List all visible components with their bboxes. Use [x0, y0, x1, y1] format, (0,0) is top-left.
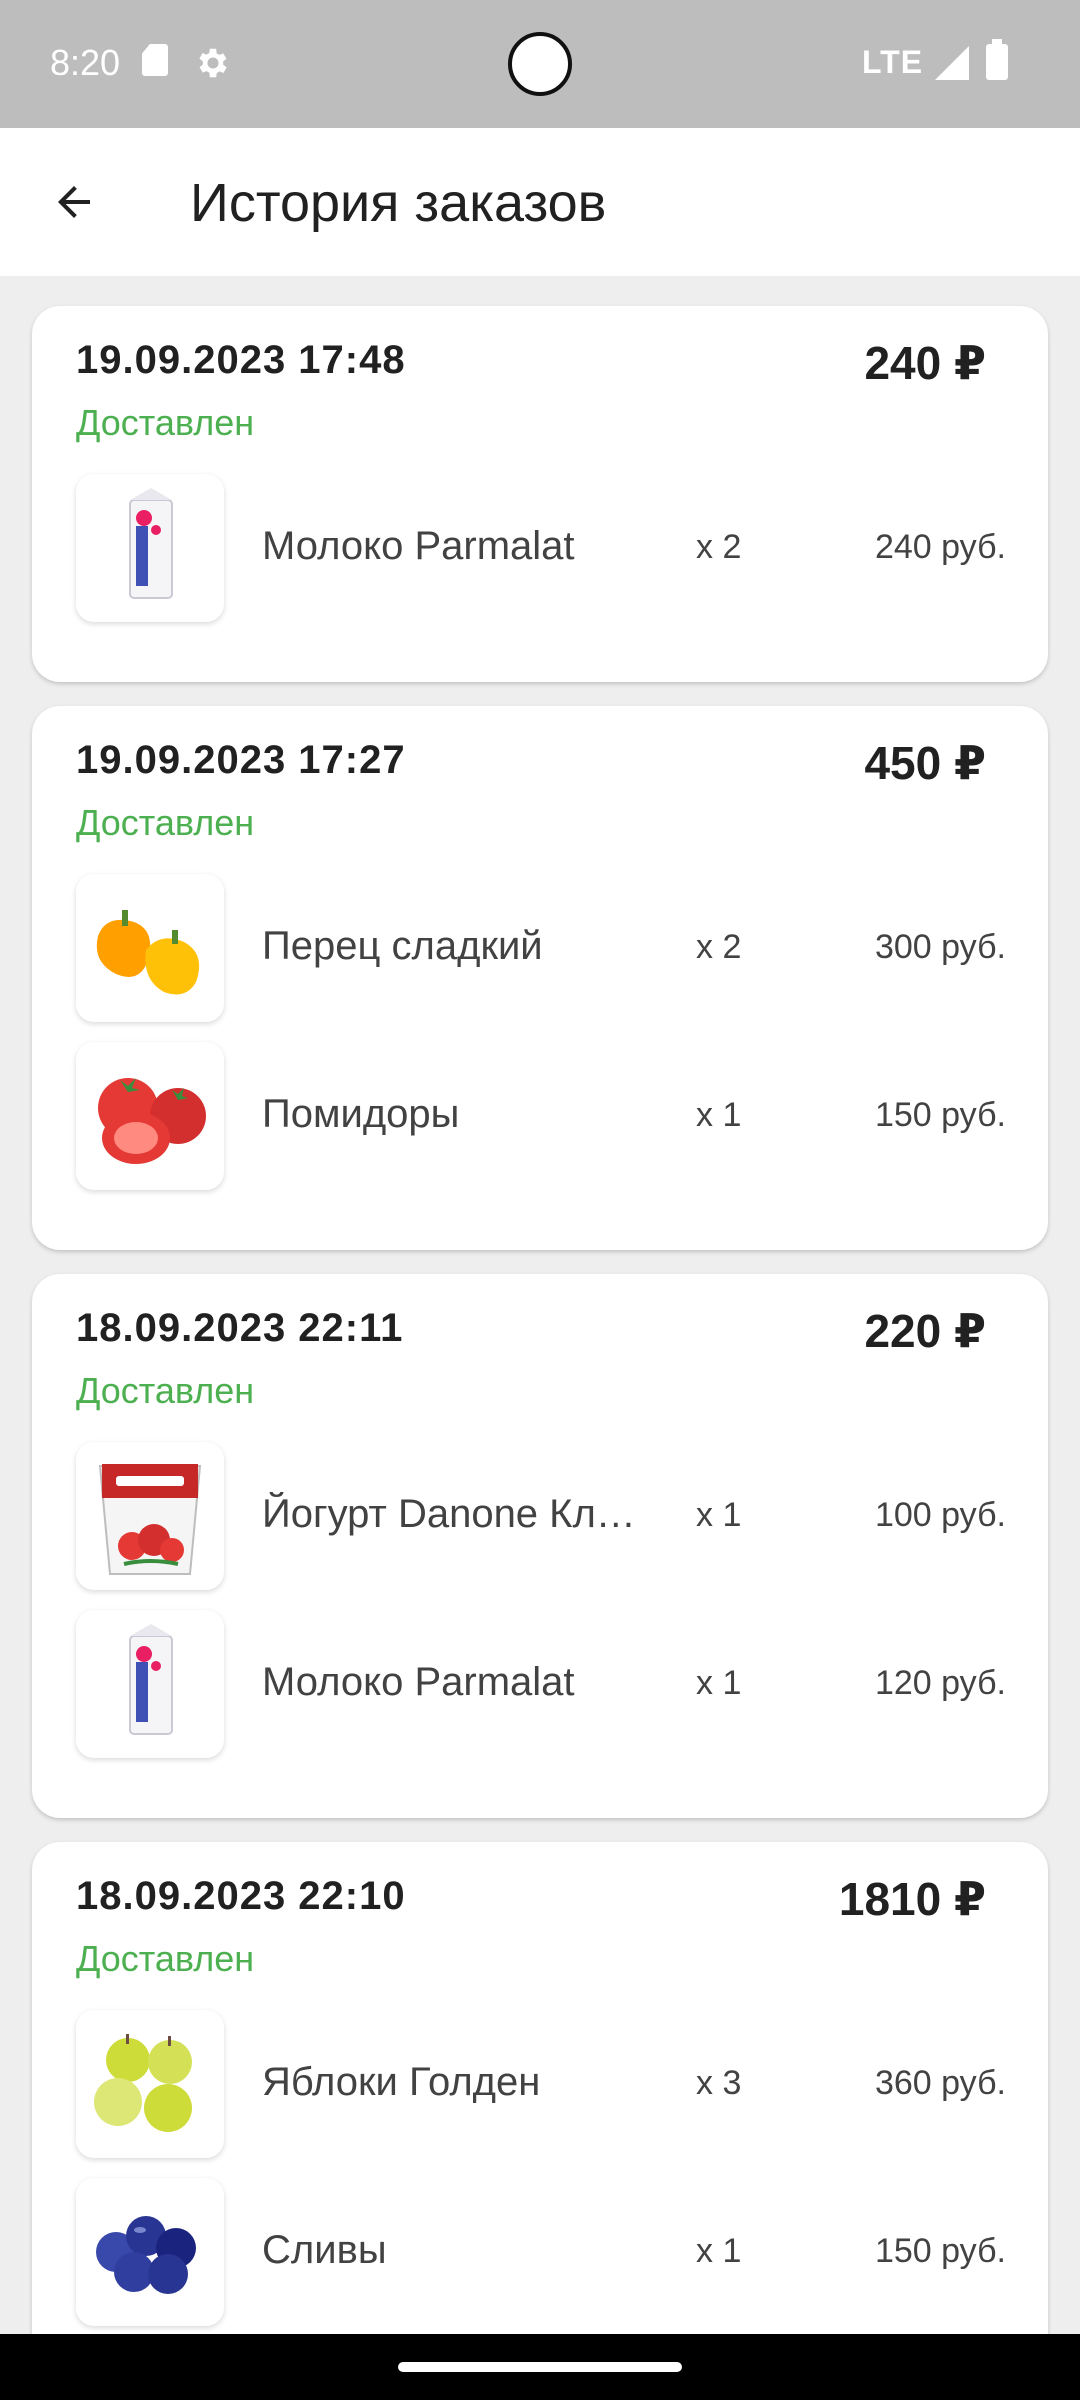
order-card[interactable]: 18.09.2023 22:11 220 ₽ Доставлен Йогурт … — [32, 1274, 1048, 1818]
order-total: 450 ₽ — [864, 737, 986, 789]
milk-carton-icon — [76, 1610, 224, 1758]
item-name: Перец сладкий — [262, 924, 543, 968]
back-button[interactable] — [36, 164, 112, 240]
item-price: 360 руб. — [874, 2064, 1006, 2102]
order-item-row: Йогурт Danone Кл… x 1 100 руб. — [76, 1442, 1006, 1590]
item-price: 150 руб. — [874, 1096, 1006, 1134]
order-status: Доставлен — [76, 402, 255, 443]
item-price: 300 руб. — [874, 928, 1006, 966]
status-time: 8:20 — [50, 42, 121, 83]
plum-icon — [76, 2178, 224, 2326]
yogurt-cup-icon — [76, 1442, 224, 1590]
item-quantity: x 1 — [696, 1096, 742, 1134]
order-item-row: Молоко Parmalat x 2 240 руб. — [76, 474, 1006, 622]
milk-carton-icon — [76, 474, 224, 622]
item-quantity: x 1 — [696, 1664, 742, 1702]
pepper-icon — [76, 874, 224, 1022]
item-name: Молоко Parmalat — [262, 524, 575, 568]
order-card[interactable]: 19.09.2023 17:27 450 ₽ Доставлен Перец с… — [32, 706, 1048, 1250]
app-bar: История заказов — [0, 128, 1080, 276]
order-date: 18.09.2023 22:10 — [76, 1874, 406, 1918]
settings-gear-icon — [199, 48, 227, 78]
item-quantity: x 2 — [696, 928, 742, 966]
item-quantity: x 3 — [696, 2064, 742, 2102]
network-type: LTE — [862, 44, 924, 80]
item-quantity: x 1 — [696, 1496, 742, 1534]
item-price: 100 руб. — [874, 1496, 1006, 1534]
order-status: Доставлен — [76, 802, 255, 843]
item-name: Сливы — [262, 2228, 387, 2272]
order-status: Доставлен — [76, 1938, 255, 1979]
order-total: 240 ₽ — [864, 337, 986, 389]
order-card[interactable]: 19.09.2023 17:48 240 ₽ Доставлен Молоко … — [32, 306, 1048, 682]
order-item-row: Перец сладкий x 2 300 руб. — [76, 874, 1006, 1022]
order-date: 19.09.2023 17:27 — [76, 738, 406, 782]
order-item-row: Молоко Parmalat x 1 120 руб. — [76, 1610, 1006, 1758]
item-name: Йогурт Danone Кл… — [262, 1492, 636, 1536]
order-date: 19.09.2023 17:48 — [76, 338, 406, 382]
item-quantity: x 1 — [696, 2232, 742, 2270]
camera-cutout — [508, 32, 572, 96]
order-date: 18.09.2023 22:11 — [76, 1306, 404, 1350]
item-name: Помидоры — [262, 1092, 460, 1136]
order-item-row: Помидоры x 1 150 руб. — [76, 1042, 1006, 1190]
order-status: Доставлен — [76, 1370, 255, 1411]
item-price: 120 руб. — [874, 1664, 1006, 1702]
item-name: Яблоки Голден — [262, 2060, 541, 2104]
page-title: История заказов — [190, 173, 607, 233]
home-indicator[interactable] — [398, 2362, 682, 2372]
item-price: 150 руб. — [874, 2232, 1006, 2270]
order-item-row: Сливы x 1 150 руб. — [76, 2178, 1006, 2326]
signal-icon — [935, 46, 969, 80]
order-total: 1810 ₽ — [838, 1873, 986, 1925]
sd-card-icon — [142, 44, 168, 76]
arrow-left-icon — [58, 186, 90, 218]
item-quantity: x 2 — [696, 528, 742, 566]
tomato-icon — [76, 1042, 224, 1190]
item-name: Молоко Parmalat — [262, 1660, 575, 1704]
status-bar: 8:20 LTE — [0, 0, 1080, 128]
apple-icon — [76, 2010, 224, 2158]
battery-icon — [986, 39, 1008, 80]
item-price: 240 руб. — [874, 528, 1006, 566]
order-total: 220 ₽ — [864, 1305, 986, 1357]
order-item-row: Яблоки Голден x 3 360 руб. — [76, 2010, 1006, 2158]
order-card[interactable]: 18.09.2023 22:10 1810 ₽ Доставлен Яблоки… — [32, 1842, 1048, 2362]
